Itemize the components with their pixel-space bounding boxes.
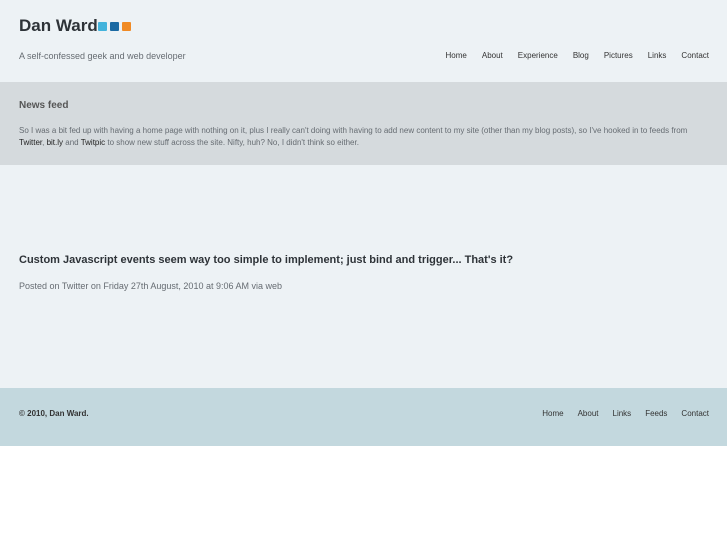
rss-icon[interactable] bbox=[122, 22, 131, 31]
twitter-icon[interactable] bbox=[98, 22, 107, 31]
footer-nav-contact[interactable]: Contact bbox=[681, 409, 709, 418]
bitly-link[interactable]: bit.ly bbox=[47, 138, 63, 147]
site-header: Dan Ward A self-confessed geek and web d… bbox=[0, 0, 727, 82]
footer-nav-links[interactable]: Links bbox=[613, 409, 632, 418]
copyright: © 2010, Dan Ward. bbox=[19, 409, 89, 418]
linkedin-icon[interactable] bbox=[110, 22, 119, 31]
twitpic-link[interactable]: Twitpic bbox=[81, 138, 105, 147]
news-feed-text: So I was a bit fed up with having a home… bbox=[19, 125, 711, 149]
site-title[interactable]: Dan Ward bbox=[19, 16, 98, 36]
social-icons bbox=[98, 22, 131, 31]
footer-nav: Home About Links Feeds Contact bbox=[542, 409, 709, 418]
nav-pictures[interactable]: Pictures bbox=[604, 51, 633, 60]
nav-home[interactable]: Home bbox=[446, 51, 467, 60]
nav-about[interactable]: About bbox=[482, 51, 503, 60]
footer-nav-feeds[interactable]: Feeds bbox=[645, 409, 667, 418]
site-footer: © 2010, Dan Ward. Home About Links Feeds… bbox=[0, 388, 727, 446]
feed-text-sep: and bbox=[63, 138, 81, 147]
nav-blog[interactable]: Blog bbox=[573, 51, 589, 60]
news-feed-section: News feed So I was a bit fed up with hav… bbox=[0, 82, 727, 165]
main-nav: Home About Experience Blog Pictures Link… bbox=[446, 51, 709, 60]
twitter-link[interactable]: Twitter bbox=[19, 138, 42, 147]
feed-text-part: to show new stuff across the site. Nifty… bbox=[105, 138, 359, 147]
post-meta: Posted on Twitter on Friday 27th August,… bbox=[19, 281, 282, 291]
feed-text-part: So I was a bit fed up with having a home… bbox=[19, 126, 688, 135]
post-title: Custom Javascript events seem way too si… bbox=[19, 254, 514, 266]
nav-experience[interactable]: Experience bbox=[518, 51, 558, 60]
main-content: Custom Javascript events seem way too si… bbox=[0, 165, 727, 388]
footer-nav-home[interactable]: Home bbox=[542, 409, 563, 418]
nav-links[interactable]: Links bbox=[648, 51, 667, 60]
nav-contact[interactable]: Contact bbox=[681, 51, 709, 60]
site-tagline: A self-confessed geek and web developer bbox=[19, 51, 186, 61]
footer-nav-about[interactable]: About bbox=[578, 409, 599, 418]
news-feed-title: News feed bbox=[19, 100, 69, 111]
